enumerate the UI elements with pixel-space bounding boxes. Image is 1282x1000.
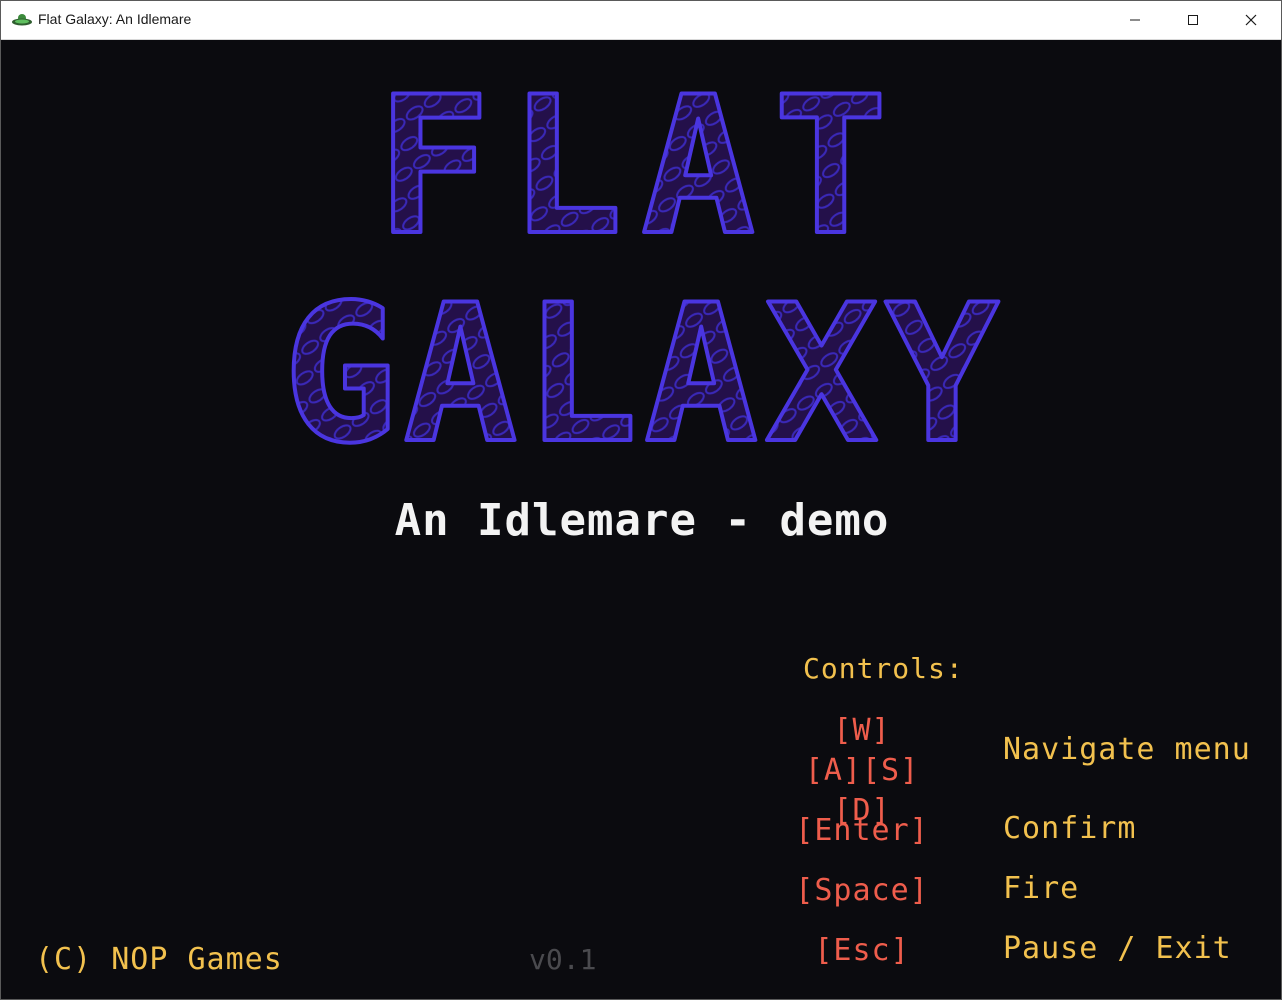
maximize-icon [1187, 14, 1199, 26]
game-subtitle: An Idlemare - demo [394, 495, 890, 546]
minimize-button[interactable] [1106, 1, 1164, 39]
maximize-button[interactable] [1164, 1, 1222, 39]
close-icon [1245, 14, 1257, 26]
key-esc: [Esc] [814, 933, 910, 968]
ufo-icon [12, 12, 32, 28]
logo-line-1: FLAT [376, 56, 906, 277]
copyright-text: (C) NOP Games [35, 942, 283, 977]
version-label: v0.1 [529, 943, 597, 976]
action-fire: Fire [1003, 871, 1080, 906]
title-bar[interactable]: Flat Galaxy: An Idlemare [1, 1, 1281, 40]
window-title: Flat Galaxy: An Idlemare [38, 11, 192, 27]
logo-line-2: GALAXY [283, 264, 1005, 480]
app-window: Flat Galaxy: An Idlemare FLAT GALAXY An … [0, 0, 1282, 1000]
key-space: [Space] [795, 873, 929, 908]
minimize-icon [1129, 14, 1141, 26]
game-logo: FLAT GALAXY [281, 54, 1005, 480]
game-canvas[interactable]: FLAT GALAXY An Idlemare - demo Controls:… [1, 40, 1281, 999]
key-w: [W] [833, 713, 891, 748]
controls-heading: Controls: [803, 652, 964, 685]
key-enter: [Enter] [795, 813, 929, 848]
action-confirm: Confirm [1003, 811, 1137, 846]
action-pause-exit: Pause / Exit [1003, 931, 1232, 966]
close-button[interactable] [1222, 1, 1280, 39]
action-navigate-menu: Navigate menu [1003, 732, 1251, 767]
